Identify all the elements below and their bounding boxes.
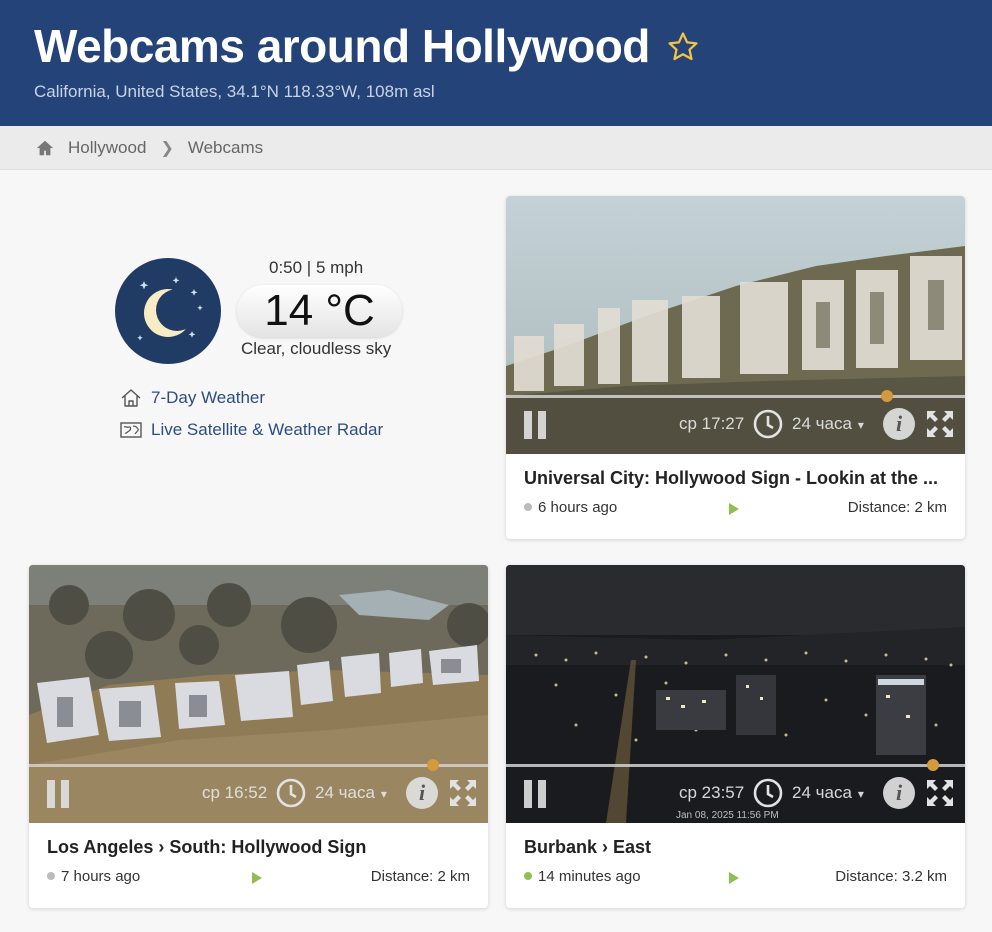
period-select[interactable]: 24 часа ▾ bbox=[792, 414, 864, 434]
status-dot bbox=[524, 503, 532, 511]
period-value: 24 часа bbox=[792, 783, 852, 802]
distance: Distance: 3.2 km bbox=[835, 868, 947, 885]
webcam-title[interactable]: Universal City: Hollywood Sign - Lookin … bbox=[524, 468, 947, 489]
info-button[interactable]: i bbox=[883, 408, 915, 440]
breadcrumb-item-hollywood[interactable]: Hollywood bbox=[68, 138, 146, 158]
webcam-info: Burbank › East 14 minutes ago Distance: … bbox=[524, 837, 947, 888]
fullscreen-icon[interactable] bbox=[924, 408, 956, 440]
clock-icon bbox=[753, 778, 783, 808]
breadcrumb-item-webcams[interactable]: Webcams bbox=[188, 138, 263, 158]
webcam-player[interactable]: ср 16:52 24 часа ▾ i bbox=[29, 565, 488, 823]
weather-description: Clear, cloudless sky bbox=[241, 339, 392, 358]
period-select[interactable]: 24 часа ▾ bbox=[792, 783, 864, 803]
last-updated: 14 minutes ago bbox=[538, 868, 641, 885]
fullscreen-icon[interactable] bbox=[447, 777, 479, 809]
webcam-title[interactable]: Los Angeles › South: Hollywood Sign bbox=[47, 837, 470, 858]
status-dot bbox=[47, 872, 55, 880]
chevron-down-icon: ▾ bbox=[380, 787, 387, 801]
webcam-card[interactable]: ср 16:52 24 часа ▾ i Los Angeles › South:… bbox=[29, 565, 488, 908]
weather-time-wind: 0:50 | 5 mph bbox=[269, 258, 364, 277]
distance: Distance: 2 km bbox=[370, 868, 470, 885]
play-icon[interactable] bbox=[729, 872, 739, 884]
page-title: Webcams around Hollywood bbox=[34, 20, 650, 72]
capture-time: ср 23:57 bbox=[679, 783, 745, 802]
chevron-down-icon: ▾ bbox=[857, 418, 864, 432]
player-controls: ср 17:27 24 часа ▾ i bbox=[506, 402, 965, 454]
webcam-card[interactable]: ср 23:57 24 часа ▾ i Jan 08, 2025 11:56 P… bbox=[506, 565, 965, 908]
fullscreen-icon[interactable] bbox=[924, 777, 956, 809]
webcam-info: Los Angeles › South: Hollywood Sign 7 ho… bbox=[47, 837, 470, 888]
period-select[interactable]: 24 часа ▾ bbox=[315, 783, 387, 803]
location-subtitle: California, United States, 34.1°N 118.33… bbox=[34, 82, 435, 101]
home-icon[interactable] bbox=[36, 139, 54, 157]
progress-handle[interactable] bbox=[926, 759, 939, 771]
player-controls: ср 16:52 24 часа ▾ i bbox=[29, 771, 488, 823]
playback-progress[interactable] bbox=[506, 390, 965, 402]
clock-icon bbox=[753, 409, 783, 439]
progress-handle[interactable] bbox=[426, 759, 439, 771]
webcam-info: Universal City: Hollywood Sign - Lookin … bbox=[524, 468, 947, 519]
house-outline-icon bbox=[121, 389, 141, 407]
weather-widget: 0:50 | 5 mph 14 °C Clear, cloudless sky … bbox=[112, 255, 432, 455]
breadcrumb-separator-icon: ❯ bbox=[160, 139, 174, 157]
seven-day-weather-link[interactable]: 7-Day Weather bbox=[120, 388, 265, 408]
favorite-star-icon[interactable] bbox=[666, 30, 700, 64]
pause-button[interactable] bbox=[524, 780, 548, 808]
clock-icon bbox=[276, 778, 306, 808]
playback-progress[interactable] bbox=[29, 759, 488, 771]
period-value: 24 часа bbox=[792, 414, 852, 433]
webcam-player[interactable]: ср 17:27 24 часа ▾ i bbox=[506, 196, 965, 454]
capture-time: ср 16:52 bbox=[202, 783, 268, 802]
play-icon[interactable] bbox=[729, 503, 739, 515]
webcam-card[interactable]: ср 17:27 24 часа ▾ i Universal City: Holl… bbox=[506, 196, 965, 539]
pause-button[interactable] bbox=[524, 411, 548, 439]
world-map-icon bbox=[120, 422, 142, 438]
info-button[interactable]: i bbox=[883, 777, 915, 809]
webcam-title[interactable]: Burbank › East bbox=[524, 837, 947, 858]
last-updated: 7 hours ago bbox=[61, 868, 141, 885]
satellite-radar-link[interactable]: Live Satellite & Weather Radar bbox=[120, 420, 383, 440]
breadcrumb: Hollywood ❯ Webcams bbox=[0, 126, 992, 170]
distance: Distance: 2 km bbox=[847, 499, 947, 516]
playback-progress[interactable] bbox=[506, 759, 965, 771]
satellite-radar-label: Live Satellite & Weather Radar bbox=[151, 420, 384, 439]
chevron-down-icon: ▾ bbox=[857, 787, 864, 801]
last-updated: 6 hours ago bbox=[538, 499, 618, 516]
progress-handle[interactable] bbox=[880, 390, 893, 402]
page-header: Webcams around Hollywood California, Uni… bbox=[0, 0, 992, 126]
capture-time: ср 17:27 bbox=[679, 414, 745, 433]
period-value: 24 часа bbox=[315, 783, 375, 802]
webcam-player[interactable]: ср 23:57 24 часа ▾ i Jan 08, 2025 11:56 P… bbox=[506, 565, 965, 823]
clear-night-moon-icon bbox=[115, 258, 221, 364]
capture-timestamp: Jan 08, 2025 11:56 PM bbox=[676, 810, 779, 821]
seven-day-weather-label: 7-Day Weather bbox=[151, 388, 266, 407]
status-dot bbox=[524, 872, 532, 880]
info-button[interactable]: i bbox=[406, 777, 438, 809]
temperature-value: 14 °C bbox=[237, 285, 402, 337]
play-icon[interactable] bbox=[252, 872, 262, 884]
pause-button[interactable] bbox=[47, 780, 71, 808]
